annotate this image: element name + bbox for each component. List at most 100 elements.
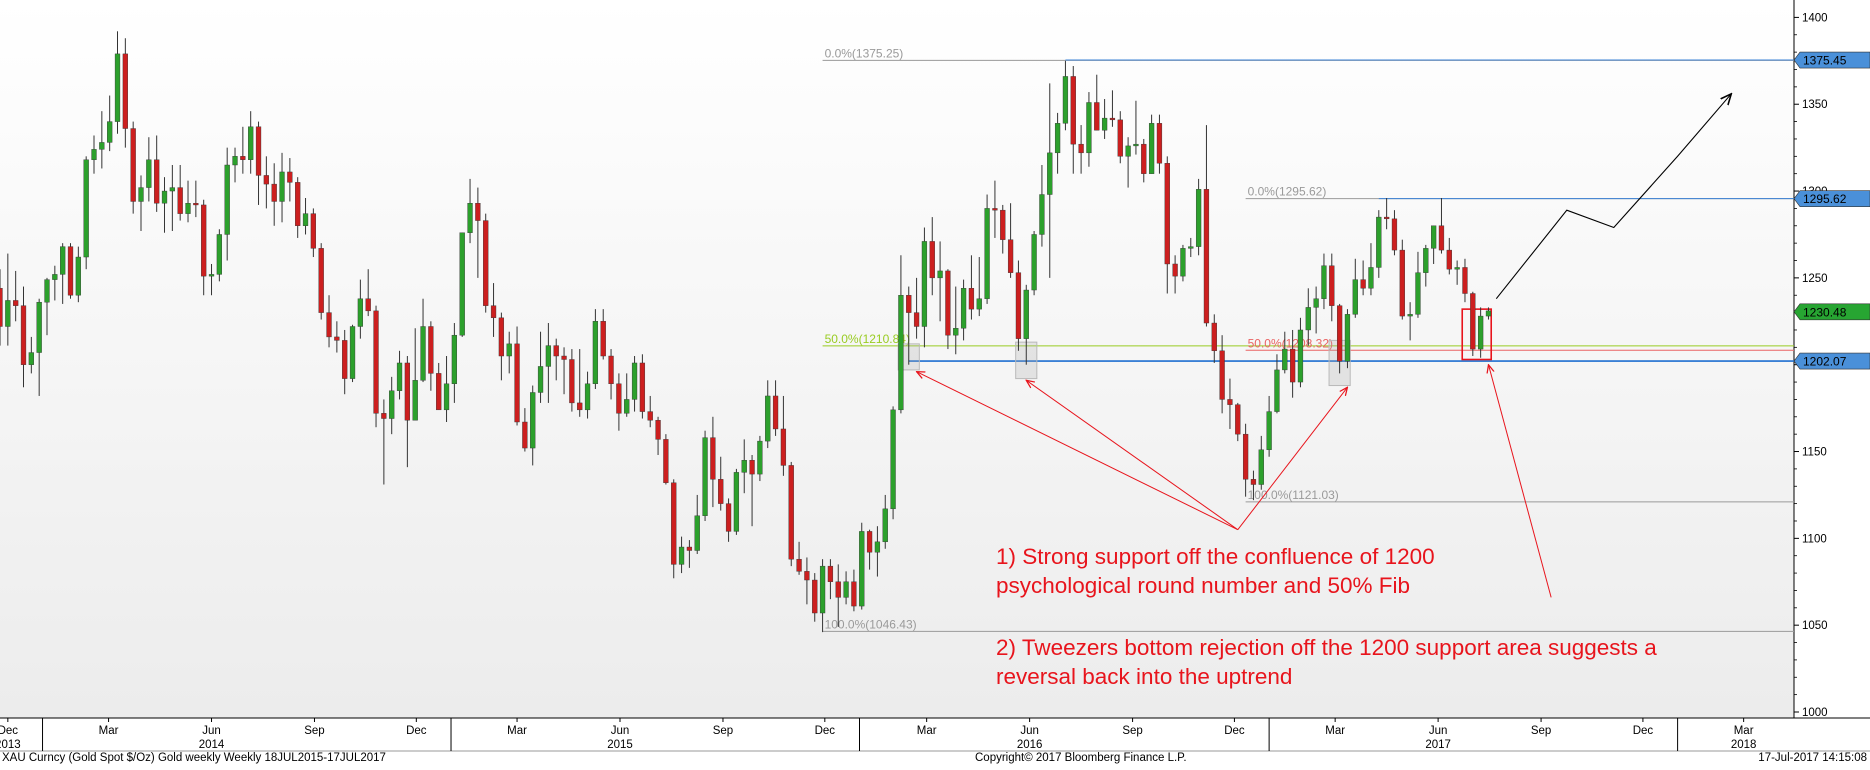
- candle-body-up: [5, 300, 11, 327]
- price-tag: 1295.62: [1793, 190, 1870, 207]
- candle-body-up: [819, 565, 826, 614]
- annotation-tweezers-line-1: 2) Tweezers bottom rejection off the 120…: [996, 635, 1657, 660]
- candle-body-down: [310, 213, 316, 249]
- candle-body-down: [866, 531, 873, 553]
- candle: [1015, 260, 1022, 351]
- candle-body-up: [882, 508, 888, 543]
- candle-body-down: [1329, 265, 1335, 306]
- candle-body-down: [1360, 279, 1366, 289]
- candle-body-down: [1164, 163, 1170, 265]
- candle-body-up: [451, 334, 458, 385]
- candle-body-up: [733, 472, 740, 532]
- candle-body-down: [710, 437, 716, 480]
- candle-body-up: [248, 126, 254, 160]
- candle-body-down: [788, 465, 794, 560]
- candle-body-up: [1148, 123, 1155, 174]
- candle-body-up: [216, 234, 222, 275]
- x-month-label: Mar: [1325, 725, 1345, 737]
- candle-body-down: [193, 203, 199, 206]
- candle-body-up: [1195, 189, 1202, 247]
- candle-body-down: [561, 355, 567, 360]
- candle-body-down: [569, 359, 575, 404]
- candle-body-down: [686, 546, 693, 551]
- candle-body-up: [1031, 234, 1037, 291]
- candle-body-down: [1384, 216, 1390, 220]
- candle-body-down: [0, 288, 3, 327]
- candle-body-up: [741, 460, 747, 473]
- candle: [1031, 230, 1037, 296]
- candle-body-up: [984, 208, 990, 299]
- candle-body-down: [827, 565, 834, 582]
- candle-body-down: [1446, 249, 1452, 270]
- candle-body-up: [1180, 248, 1186, 277]
- x-month-label: Jun: [1020, 725, 1039, 737]
- candle-body-down: [373, 310, 379, 414]
- candle: [130, 121, 136, 214]
- candle-body-down: [1117, 119, 1123, 157]
- price-tag: 1375.45: [1793, 51, 1870, 69]
- x-month-label: Dec: [1633, 725, 1654, 737]
- candle-body-down: [1070, 76, 1076, 145]
- candle-body-down: [1203, 189, 1210, 324]
- candle-body-down: [428, 326, 434, 374]
- candle-body-up: [467, 203, 473, 233]
- candle-body-up: [208, 274, 215, 277]
- x-month-label: Sep: [1531, 725, 1551, 737]
- candle-body-down: [1289, 348, 1296, 383]
- candle-body-down: [490, 305, 497, 319]
- candle: [663, 434, 669, 485]
- x-month-label: Sep: [713, 725, 733, 737]
- candle-body-up: [389, 390, 395, 419]
- candle: [1180, 244, 1186, 282]
- x-month-label: Mar: [917, 725, 937, 737]
- x-year-label: 2014: [199, 739, 225, 751]
- price-tag: 1202.07: [1793, 352, 1870, 370]
- candle: [702, 430, 708, 521]
- candle-body-up: [537, 366, 544, 393]
- candle-body-down: [772, 395, 779, 430]
- candle-body-up: [459, 232, 465, 336]
- candle-body-up: [1062, 76, 1069, 124]
- candle-body-down: [553, 345, 559, 357]
- candle-body-up: [349, 326, 356, 379]
- candle-body-down: [945, 270, 951, 336]
- candle-body-up: [1274, 369, 1280, 412]
- candle: [216, 229, 222, 282]
- price-tag-text: 1202.07: [1803, 355, 1847, 369]
- candle-body-up: [161, 190, 168, 204]
- y-tick-label: 1350: [1802, 99, 1828, 111]
- candle: [459, 232, 465, 337]
- candle-body-down: [318, 248, 324, 313]
- candle: [1195, 178, 1202, 256]
- candle-body-down: [1462, 267, 1468, 294]
- candle-body-up: [1101, 117, 1108, 131]
- y-tick-label: 1000: [1802, 707, 1828, 719]
- candle-body-up: [1305, 307, 1311, 331]
- candle: [483, 213, 489, 313]
- candle-body-up: [694, 515, 700, 551]
- last-price-tag: 1230.48: [1793, 303, 1870, 321]
- candle-body-up: [1431, 225, 1437, 249]
- candle-body-up: [765, 395, 771, 442]
- candle-body-down: [639, 362, 646, 412]
- candle-body-down: [498, 317, 505, 357]
- candle-body-up: [960, 288, 967, 329]
- candle-body-down: [514, 343, 520, 423]
- candle-body-up: [44, 279, 50, 303]
- candle-body-down: [929, 241, 935, 279]
- candle-body-up: [1023, 289, 1029, 339]
- candle-body-down: [577, 402, 583, 411]
- candle-body-down: [483, 220, 489, 306]
- candle-body-down: [1219, 350, 1225, 400]
- last-price-tag-text: 1230.48: [1803, 305, 1847, 319]
- candle-body-up: [624, 399, 630, 414]
- x-month-label: Mar: [507, 725, 527, 737]
- highlight-box: [1461, 308, 1493, 361]
- candle-body-up: [874, 541, 881, 553]
- candle: [592, 309, 599, 390]
- candle: [83, 156, 89, 270]
- candle-body-up: [592, 321, 599, 385]
- y-tick-label: 1400: [1802, 12, 1828, 24]
- x-month-label: Dec: [406, 725, 427, 737]
- candle-body-down: [263, 175, 269, 185]
